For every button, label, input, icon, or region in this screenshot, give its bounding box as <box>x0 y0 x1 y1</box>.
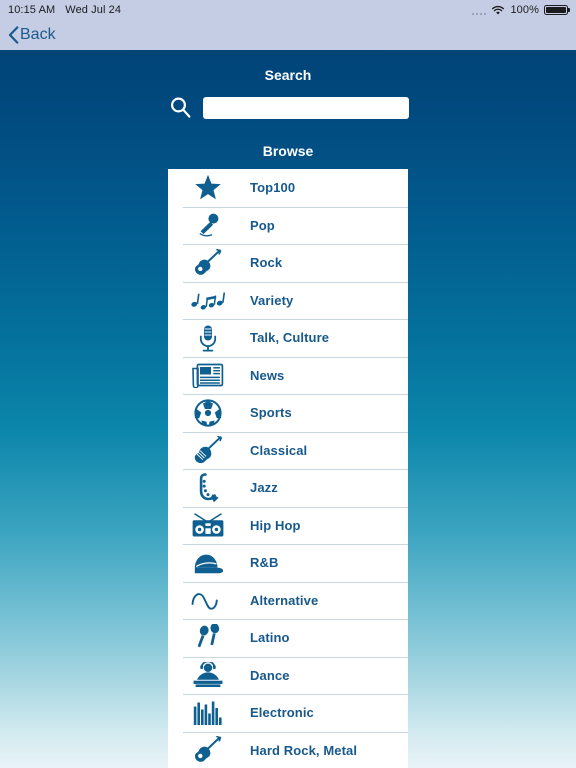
baseball-cap-icon <box>183 544 233 582</box>
list-item-label: Sports <box>250 405 292 421</box>
list-item-sports[interactable]: Sports <box>168 394 408 432</box>
battery-percent-label: 100% <box>510 4 539 16</box>
list-item-alternative[interactable]: Alternative <box>168 581 408 620</box>
search-section-title: Search <box>264 67 312 83</box>
list-item-label: Talk, Culture <box>250 330 330 346</box>
chevron-left-icon <box>8 26 19 44</box>
list-item-label: Classical <box>250 442 308 458</box>
list-item-label: Hip Hop <box>250 517 301 533</box>
list-item-classical[interactable]: Classical <box>168 431 408 470</box>
music-notes-icon <box>183 282 233 320</box>
list-item-label: Electronic <box>250 705 314 721</box>
list-item-label: R&B <box>250 555 279 571</box>
app-screen: 10:15 AM Wed Jul 24 100% Back Search Bro… <box>0 0 576 768</box>
list-item-rnb[interactable]: R&B <box>168 544 408 582</box>
electric-guitar-icon <box>183 732 233 768</box>
list-item-hard-rock-metal[interactable]: Hard Rock, Metal <box>168 731 408 768</box>
soccer-ball-icon <box>183 394 233 432</box>
violin-icon <box>183 432 233 470</box>
search-input[interactable] <box>202 96 409 119</box>
star-icon <box>183 169 233 207</box>
list-item-label: Dance <box>250 667 290 683</box>
list-item-hip-hop[interactable]: Hip Hop <box>168 506 408 545</box>
list-item-variety[interactable]: Variety <box>168 281 408 320</box>
status-bar-left: 10:15 AM Wed Jul 24 <box>8 4 121 16</box>
list-item-top100[interactable]: Top100 <box>168 169 408 207</box>
handheld-microphone-icon <box>183 207 233 245</box>
list-item-talk-culture[interactable]: Talk, Culture <box>168 319 408 357</box>
browse-section-title: Browse <box>262 143 314 159</box>
list-item-label: Latino <box>250 630 290 646</box>
back-button-label: Back <box>20 26 56 43</box>
battery-full-icon <box>544 4 568 16</box>
saxophone-icon <box>183 469 233 507</box>
list-item-electronic[interactable]: Electronic <box>168 694 408 732</box>
list-item-latino[interactable]: Latino <box>168 619 408 657</box>
list-item-label: Top100 <box>250 180 296 196</box>
equalizer-bars-icon <box>183 694 233 732</box>
search-icon <box>168 95 193 120</box>
electric-guitar-icon <box>183 244 233 282</box>
dj-turntable-icon <box>183 657 233 695</box>
list-item-label: Alternative <box>250 592 319 608</box>
list-item-rock[interactable]: Rock <box>168 244 408 282</box>
status-time: 10:15 AM <box>8 4 56 16</box>
sine-wave-icon <box>183 582 233 620</box>
list-item-pop[interactable]: Pop <box>168 206 408 245</box>
boombox-icon <box>183 507 233 545</box>
main-content: Search Browse Top100 Pop Rock Variety Ta… <box>0 50 576 768</box>
list-item-news[interactable]: News <box>168 356 408 395</box>
list-item-label: Rock <box>250 255 283 271</box>
wifi-icon <box>491 5 505 16</box>
browse-list: Top100 Pop Rock Variety Talk, Culture Ne… <box>168 169 408 768</box>
list-item-label: Jazz <box>250 480 278 496</box>
status-bar-right: 100% <box>471 4 568 16</box>
newspaper-icon <box>183 357 233 395</box>
list-item-dance[interactable]: Dance <box>168 656 408 695</box>
back-button[interactable]: Back <box>8 26 56 44</box>
list-item-label: News <box>250 367 285 383</box>
signal-dots-icon <box>471 5 487 15</box>
list-item-label: Pop <box>250 217 275 233</box>
list-item-jazz[interactable]: Jazz <box>168 469 408 507</box>
status-bar: 10:15 AM Wed Jul 24 100% <box>0 0 576 20</box>
search-row <box>0 95 576 120</box>
studio-microphone-icon <box>183 319 233 357</box>
maracas-icon <box>183 619 233 657</box>
list-item-label: Variety <box>250 292 294 308</box>
status-date: Wed Jul 24 <box>65 4 122 16</box>
list-item-label: Hard Rock, Metal <box>250 742 358 758</box>
navigation-bar: Back <box>0 20 576 50</box>
